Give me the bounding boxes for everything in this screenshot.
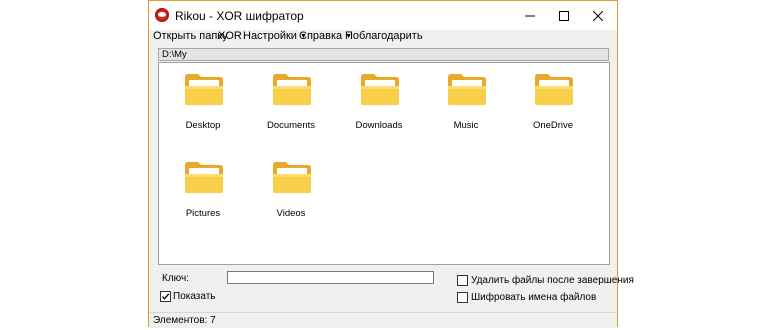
app-icon[interactable] (155, 8, 169, 22)
title-bar[interactable]: Rikou - XOR шифратор (149, 1, 617, 30)
app-window: Rikou - XOR шифратор Открыть папку XOR Н… (148, 0, 634, 328)
folder-icon (535, 74, 573, 105)
menu-open-folder[interactable]: Открыть папку (153, 30, 228, 42)
folder-icon (185, 74, 223, 105)
checkmark-icon (162, 293, 170, 300)
window-title: Rikou - XOR шифратор (175, 9, 304, 23)
folder-icon (185, 162, 223, 193)
folder-item[interactable]: OneDrive (515, 63, 591, 147)
folder-icon (361, 74, 399, 105)
key-input[interactable] (227, 271, 434, 284)
path-field[interactable]: D:\My (158, 48, 609, 61)
maximize-icon (559, 11, 569, 21)
folder-item[interactable]: Music (428, 63, 504, 147)
delete-after-label[interactable]: Удалить файлы после завершения (471, 275, 634, 286)
key-label: Ключ: (162, 273, 189, 284)
encrypt-names-label[interactable]: Шифровать имена файлов (471, 292, 596, 303)
menu-thank[interactable]: Поблагодарить (345, 30, 423, 42)
folder-icon (448, 74, 486, 105)
folder-label: Music (453, 120, 479, 131)
close-icon (593, 11, 603, 21)
menu-settings[interactable]: Настройки ▼ (243, 30, 307, 42)
folder-item[interactable]: Downloads (341, 63, 417, 147)
folder-label: Desktop (185, 120, 221, 131)
delete-after-checkbox[interactable] (457, 275, 468, 286)
menu-xor[interactable]: XOR (218, 30, 242, 42)
encrypt-names-checkbox[interactable] (457, 292, 468, 303)
folder-item[interactable]: Desktop (165, 63, 241, 147)
folder-label: Pictures (185, 208, 221, 219)
folder-label: Documents (266, 120, 316, 131)
minimize-icon (525, 15, 535, 17)
folder-icon (273, 74, 311, 105)
folder-item[interactable]: Documents (253, 63, 329, 147)
minimize-button[interactable] (513, 1, 547, 30)
folder-label: OneDrive (532, 120, 574, 131)
maximize-button[interactable] (547, 1, 581, 30)
folder-label: Downloads (355, 120, 403, 131)
status-text: Элементов: 7 (153, 315, 216, 326)
close-button[interactable] (581, 1, 615, 30)
menu-bar: Открыть папку XOR Настройки ▼ Справка ▼ По… (149, 30, 617, 47)
folder-icon (273, 162, 311, 193)
show-key-label[interactable]: Показать (173, 291, 216, 302)
folder-label: Videos (276, 208, 306, 219)
show-key-checkbox[interactable] (160, 291, 171, 302)
status-bar: Элементов: 7 (149, 312, 617, 328)
file-list[interactable]: Desktop Documents Downloads Music OneDrive Pi… (158, 62, 610, 265)
folder-item[interactable]: Pictures (165, 151, 241, 235)
folder-item[interactable]: Videos (253, 151, 329, 235)
